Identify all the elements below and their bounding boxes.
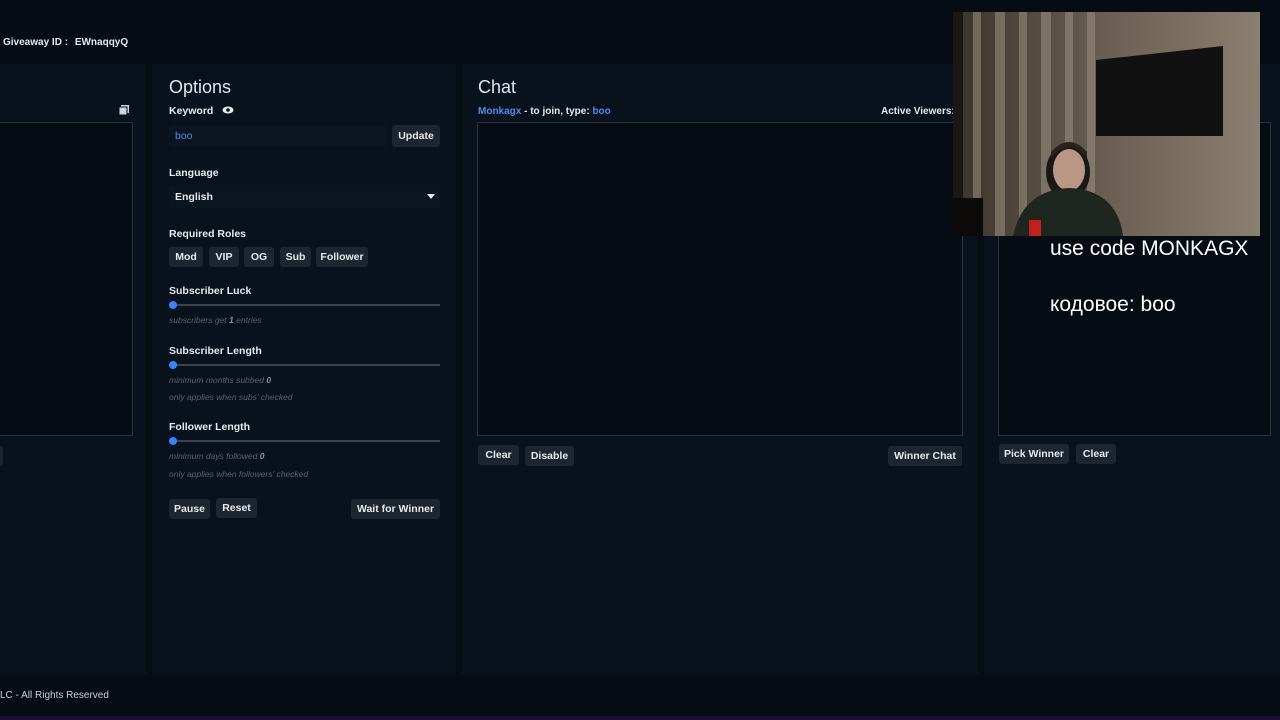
chat-clear-button[interactable]: Clear — [478, 445, 519, 465]
follower-length-note: minimum days followed 0 — [169, 451, 265, 461]
giveaway-id-label: Giveaway ID : — [3, 37, 69, 48]
chat-disable-button[interactable]: Disable — [525, 446, 574, 466]
pick-winner-button[interactable]: Pick Winner — [999, 444, 1069, 464]
overlay-code-line2: кодовое: boo — [1050, 293, 1176, 316]
webcam-overlay — [953, 12, 1260, 236]
giveaway-id-value: EWnaqqyQ — [74, 37, 129, 48]
follower-length-track — [169, 440, 440, 442]
eye-icon[interactable] — [222, 105, 234, 118]
wait-for-winner-button[interactable]: Wait for Winner — [351, 499, 440, 519]
overlay-code-line1: use code MONKAGX — [1050, 237, 1249, 260]
keyword-input[interactable]: boo — [169, 125, 387, 147]
role-follower-toggle[interactable]: Follower — [316, 247, 368, 267]
winner-clear-button[interactable]: Clear — [1076, 444, 1116, 464]
keyword-label: Keyword — [169, 105, 214, 117]
language-selected-value: English — [175, 191, 213, 203]
subscriber-luck-track — [169, 304, 440, 306]
required-roles-label: Required Roles — [169, 228, 247, 240]
chat-keyword: boo — [592, 106, 611, 117]
pause-button[interactable]: Pause — [169, 499, 210, 519]
copy-icon[interactable] — [118, 105, 129, 116]
chat-join-instructions: Monkagx - to join, type: boo — [478, 106, 611, 117]
options-title: Options — [169, 77, 232, 97]
entries-partial-button[interactable] — [0, 446, 3, 466]
subscriber-luck-label: Subscriber Luck — [169, 285, 252, 297]
entries-list-box — [0, 122, 133, 436]
language-select[interactable]: English — [169, 186, 440, 208]
role-vip-toggle[interactable]: VIP — [209, 247, 239, 267]
channel-link[interactable]: Monkagx — [478, 106, 521, 117]
subscriber-length-label: Subscriber Length — [169, 345, 262, 357]
subscriber-length-note: minimum months subbed 0 — [169, 375, 272, 385]
footer-text: LC - All Rights Reserved — [0, 690, 109, 701]
language-label: Language — [169, 167, 219, 179]
subscriber-luck-note: subscribers get 1 entries — [169, 315, 262, 325]
follower-length-slider[interactable] — [169, 437, 177, 445]
chat-log-box[interactable] — [477, 122, 963, 436]
role-mod-toggle[interactable]: Mod — [169, 247, 203, 267]
subscriber-luck-slider[interactable] — [169, 301, 177, 309]
giveaway-id-header: Giveaway ID : EWnaqqyQ — [3, 37, 128, 48]
chevron-down-icon — [427, 194, 435, 199]
follower-length-note2: only applies when followers' checked — [169, 469, 309, 479]
active-viewers-label: Active Viewers: — [881, 106, 955, 117]
options-panel — [152, 64, 456, 674]
follower-length-label: Follower Length — [169, 421, 251, 433]
role-og-toggle[interactable]: OG — [244, 247, 274, 267]
update-button[interactable]: Update — [392, 125, 440, 147]
role-sub-toggle[interactable]: Sub — [280, 247, 311, 267]
subscriber-length-slider[interactable] — [169, 361, 177, 369]
subscriber-length-track — [169, 364, 440, 366]
reset-button[interactable]: Reset — [216, 498, 257, 518]
winner-chat-button[interactable]: Winner Chat — [888, 446, 962, 466]
chat-title: Chat — [478, 77, 517, 97]
subscriber-length-note2: only applies when subs' checked — [169, 392, 293, 402]
bottom-border — [0, 716, 1280, 720]
